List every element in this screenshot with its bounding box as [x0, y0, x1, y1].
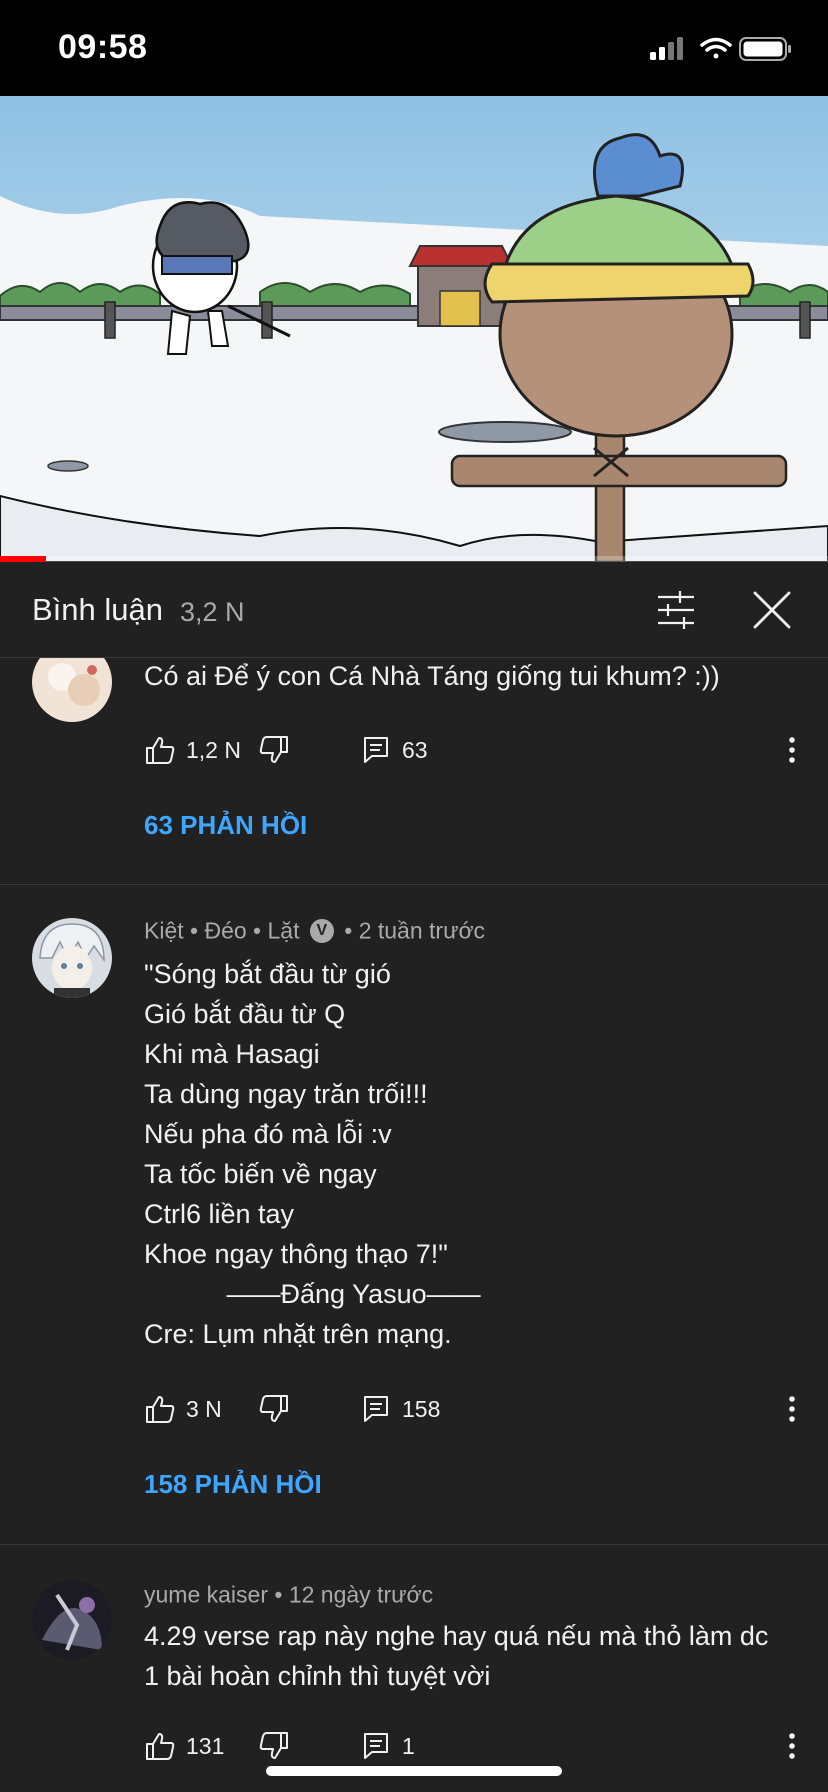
comment-line: Ta tốc biến về ngay: [144, 1159, 377, 1189]
sort-filter-button[interactable]: [654, 588, 698, 632]
comment-line: "Sóng bắt đầu từ gió: [144, 959, 391, 989]
comment-line: Nếu pha đó mà lỗi :v: [144, 1119, 392, 1149]
comment-line: Cre: Lụm nhặt trên mạng.: [144, 1319, 452, 1349]
view-replies-link[interactable]: 158 PHẢN HỒI: [144, 1469, 322, 1500]
reply-button[interactable]: 158: [360, 1389, 440, 1429]
battery-icon: [739, 37, 791, 61]
like-count: 131: [186, 1732, 225, 1759]
cellular-signal-icon: [650, 37, 683, 60]
comments-count: 3,2 N: [180, 597, 245, 627]
comments-list[interactable]: Có ai Để ý con Cá Nhà Táng giống tui khu…: [0, 658, 828, 1792]
reply-count: 63: [402, 736, 428, 763]
comment-time: • 12 ngày trước: [274, 1581, 434, 1608]
comment-author[interactable]: Kiệt • Đéo • Lặt: [144, 917, 299, 943]
status-icons: [644, 36, 794, 62]
comment-line: Có ai Để ý con Cá Nhà Táng giống tui khu…: [144, 661, 720, 691]
dislike-button[interactable]: [258, 1389, 290, 1429]
dislike-button[interactable]: [258, 730, 290, 770]
comment-line: ——Đấng Yasuo——: [144, 1279, 481, 1309]
thumbs-down-icon: [259, 736, 288, 763]
comment-actions: 131 1: [144, 1726, 804, 1766]
comment-line: 1 bài hoàn chỉnh thì tuyệt vời: [144, 1661, 491, 1691]
comment-line: Ctrl6 liền tay: [144, 1199, 295, 1229]
reply-count: 158: [402, 1395, 441, 1422]
sliders-icon: [658, 591, 694, 629]
thumbs-up-icon: [146, 1733, 175, 1760]
comment-line: Khi mà Hasagi: [144, 1039, 320, 1069]
verified-badge-icon: V: [309, 918, 334, 943]
comment-text: "Sóng bắt đầu từ gió Gió bắt đầu từ Q Kh…: [144, 954, 794, 1354]
like-count: 1,2 N: [186, 736, 241, 763]
video-frame: [0, 96, 828, 562]
vertical-dots-icon: [789, 1733, 795, 1759]
comment-time: • 2 tuần trước: [344, 917, 486, 944]
comment-meta: yume kaiser • 12 ngày trước: [144, 1580, 433, 1608]
view-replies-link[interactable]: 63 PHẢN HỒI: [144, 810, 307, 841]
thumbs-up-icon: [146, 1396, 175, 1423]
comment-actions: 1,2 N 63: [144, 730, 804, 770]
wifi-icon: [700, 37, 732, 59]
reply-count: 1: [402, 1732, 415, 1759]
close-comments-button[interactable]: [750, 588, 794, 632]
status-time: 09:58: [58, 28, 148, 66]
thumbs-up-icon: [146, 737, 175, 764]
comment-text: 4.29 verse rap này nghe hay quá nếu mà t…: [144, 1616, 794, 1696]
comment-line: Khoe ngay thông thạo 7!": [144, 1239, 448, 1269]
reply-comment-icon: [364, 1396, 388, 1422]
comment-divider: [0, 884, 828, 885]
comment-line: Ta dùng ngay trăn trối!!!: [144, 1079, 428, 1109]
thumbs-down-icon: [259, 1395, 288, 1422]
comment-line: Gió bắt đầu từ Q: [144, 999, 346, 1029]
reply-comment-icon: [364, 737, 388, 763]
more-options-button[interactable]: [780, 730, 804, 770]
thumbs-down-icon: [259, 1732, 288, 1759]
comment-author[interactable]: yume kaiser: [144, 1581, 268, 1607]
commenter-avatar[interactable]: [32, 918, 112, 998]
more-options-button[interactable]: [780, 1389, 804, 1429]
status-bar: 09:58: [0, 0, 828, 96]
comments-title: Bình luận: [32, 592, 163, 627]
like-count: 3 N: [186, 1395, 222, 1422]
comment-text: Có ai Để ý con Cá Nhà Táng giống tui khu…: [144, 658, 794, 696]
comment-meta: Kiệt • Đéo • Lặt V • 2 tuần trước: [144, 916, 485, 944]
video-player[interactable]: [0, 96, 828, 562]
more-options-button[interactable]: [780, 1726, 804, 1766]
commenter-avatar[interactable]: [32, 658, 112, 722]
home-indicator[interactable]: [266, 1766, 562, 1776]
reply-button[interactable]: 1: [360, 1726, 415, 1766]
like-button[interactable]: 131: [144, 1726, 224, 1766]
close-icon: [753, 591, 791, 629]
reply-button[interactable]: 63: [360, 730, 428, 770]
reply-comment-icon: [364, 1733, 388, 1759]
vertical-dots-icon: [789, 737, 795, 763]
like-button[interactable]: 3 N: [144, 1389, 222, 1429]
comment-line: 4.29 verse rap này nghe hay quá nếu mà t…: [144, 1621, 769, 1651]
dislike-button[interactable]: [258, 1726, 290, 1766]
comment-divider: [0, 1544, 828, 1545]
like-button[interactable]: 1,2 N: [144, 730, 241, 770]
comment-actions: 3 N 158: [144, 1389, 804, 1429]
commenter-avatar[interactable]: [32, 1580, 112, 1660]
comments-header: Bình luận 3,2 N: [0, 562, 828, 658]
vertical-dots-icon: [789, 1396, 795, 1422]
